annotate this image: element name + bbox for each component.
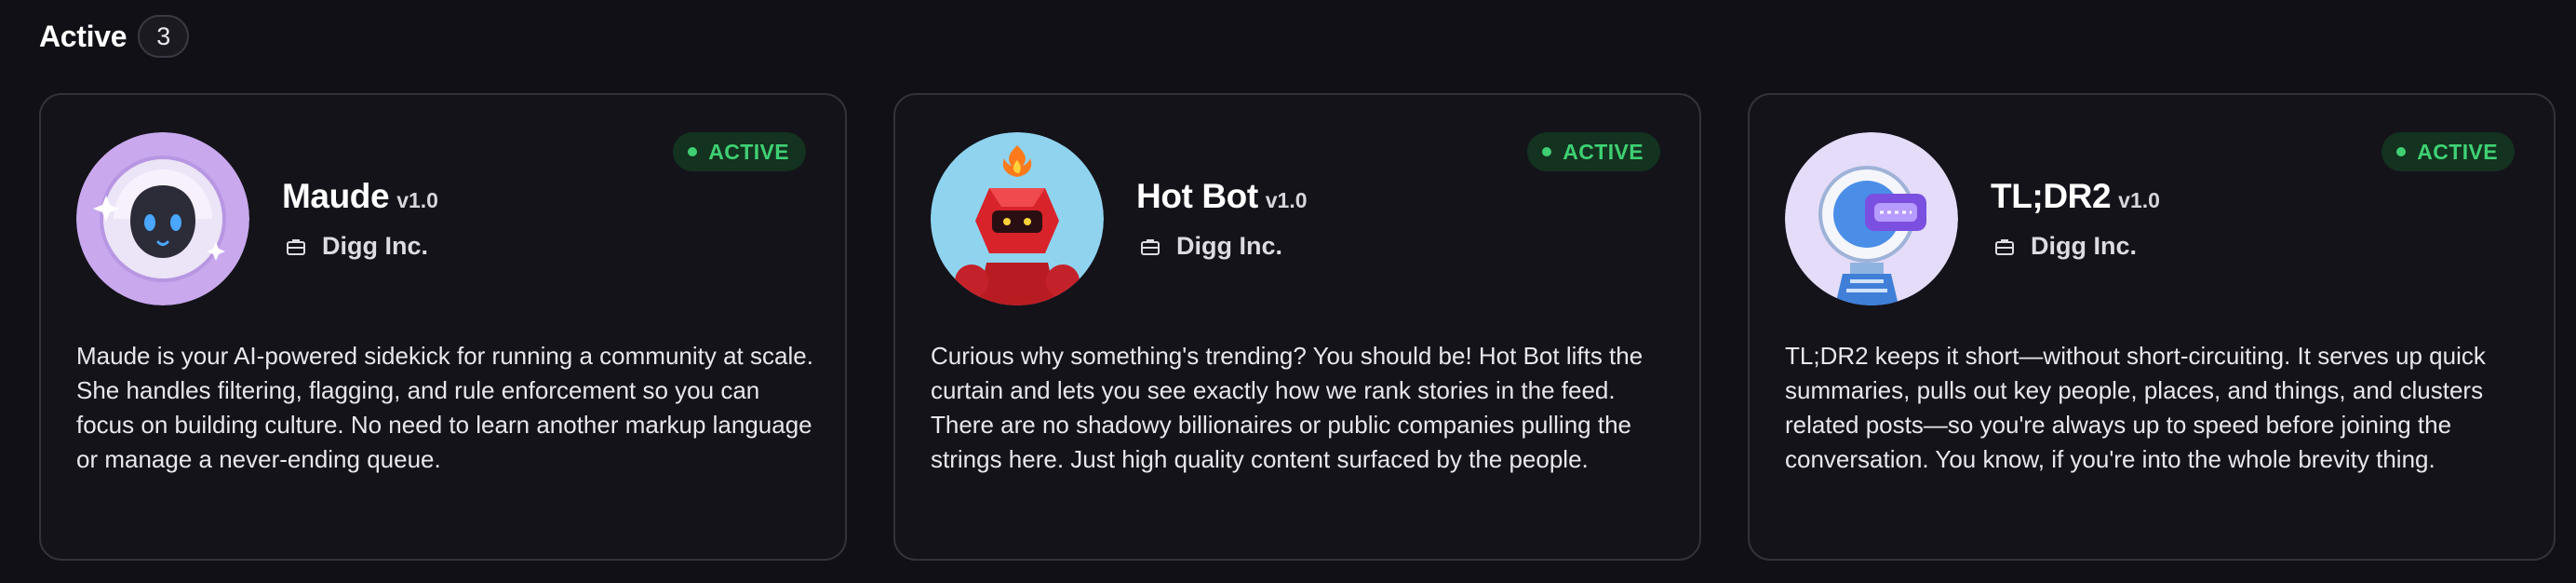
bot-organization: Digg Inc. — [1139, 232, 1282, 261]
bot-card-list: Maude v1.0 Digg Inc. ACTIVE Maude is you… — [39, 93, 2556, 561]
bot-version: v1.0 — [2118, 188, 2160, 212]
organization-name: Digg Inc. — [322, 232, 428, 260]
bot-card-tldr2[interactable]: TL;DR2 v1.0 Digg Inc. ACTIVE TL;DR2 keep… — [1748, 93, 2556, 561]
status-badge: ACTIVE — [1527, 132, 1660, 171]
count-badge: 3 — [138, 15, 190, 58]
status-badge: ACTIVE — [673, 132, 806, 171]
status-label: ACTIVE — [2417, 139, 2498, 164]
status-dot-icon — [1542, 147, 1552, 156]
organization-name: Digg Inc. — [2031, 232, 2137, 260]
status-badge: ACTIVE — [2381, 132, 2515, 171]
briefcase-icon — [1139, 236, 1161, 258]
bot-description: Curious why something's trending? You sh… — [931, 342, 1644, 473]
bot-description: TL;DR2 keeps it short—without short-circ… — [1785, 342, 2486, 473]
section-title: Active — [39, 19, 127, 53]
bot-card-maude[interactable]: Maude v1.0 Digg Inc. ACTIVE Maude is you… — [39, 93, 847, 561]
status-label: ACTIVE — [708, 139, 789, 164]
briefcase-icon — [285, 236, 307, 258]
hot-bot-robot-avatar-icon — [931, 132, 1104, 305]
status-dot-icon — [2396, 147, 2407, 156]
maude-robot-avatar-icon — [76, 132, 249, 305]
bot-title: Maude v1.0 — [282, 177, 438, 216]
bot-description: Maude is your AI-powered sidekick for ru… — [76, 342, 813, 473]
bot-version: v1.0 — [1265, 188, 1308, 212]
bot-title: TL;DR2 v1.0 — [1991, 177, 2160, 216]
bot-name: TL;DR2 — [1991, 177, 2112, 215]
organization-name: Digg Inc. — [1176, 232, 1282, 260]
status-label: ACTIVE — [1563, 139, 1644, 164]
bot-organization: Digg Inc. — [1993, 232, 2137, 261]
briefcase-icon — [1993, 236, 2016, 258]
bot-version: v1.0 — [396, 188, 438, 212]
bot-name: Hot Bot — [1136, 177, 1258, 215]
section-header: Active 3 — [39, 15, 190, 58]
bot-card-hot-bot[interactable]: Hot Bot v1.0 Digg Inc. ACTIVE Curious wh… — [893, 93, 1701, 561]
bot-name: Maude — [282, 177, 390, 215]
bot-title: Hot Bot v1.0 — [1136, 177, 1308, 216]
status-dot-icon — [688, 147, 698, 156]
tldr2-robot-avatar-icon — [1785, 132, 1958, 305]
bot-organization: Digg Inc. — [285, 232, 428, 261]
